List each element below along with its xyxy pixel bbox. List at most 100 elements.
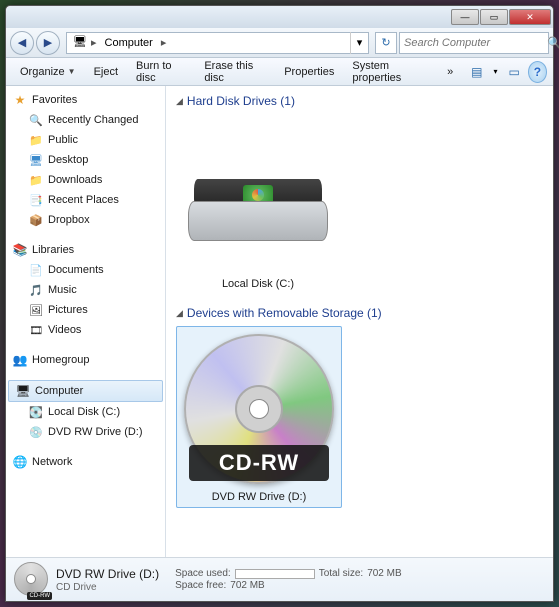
space-used-label: Space used:	[175, 568, 231, 579]
pictures-icon: 🖼	[28, 302, 44, 318]
sidebar-item-recently-changed[interactable]: 🔍Recently Changed	[6, 110, 165, 130]
sidebar-item-label: Downloads	[48, 174, 102, 186]
recent-icon: 📑	[28, 192, 44, 208]
status-meta: Space used: Total size: 702 MB Space fre…	[175, 568, 402, 591]
sidebar-item-desktop[interactable]: 🖥Desktop	[6, 150, 165, 170]
sidebar-group-libraries: 📚 Libraries 📄Documents 🎵Music 🖼Pictures …	[6, 240, 165, 340]
status-mini-badge: CD-RW	[27, 592, 52, 600]
drive-label: Local Disk (C:)	[222, 276, 294, 292]
body: ★ Favorites 🔍Recently Changed 📁Public 🖥D…	[6, 86, 553, 557]
eject-button[interactable]: Eject	[86, 63, 126, 81]
sidebar-head-network[interactable]: 🌐 Network	[6, 452, 165, 472]
libraries-icon: 📚	[12, 242, 28, 258]
burn-button[interactable]: Burn to disc	[128, 57, 194, 87]
total-size-value: 702 MB	[367, 568, 401, 579]
hdd-icon	[178, 116, 338, 276]
sidebar-item-label: Public	[48, 134, 78, 146]
system-properties-button[interactable]: System properties	[344, 57, 437, 87]
videos-icon: 🎞	[28, 322, 44, 338]
sidebar-item-downloads[interactable]: 📁 Downloads	[6, 170, 165, 190]
removable-container: CD-RW DVD RW Drive (D:)	[176, 322, 543, 518]
breadcrumb-arrow[interactable]: ▸	[87, 36, 101, 49]
drive-dvd-rw-d[interactable]: CD-RW DVD RW Drive (D:)	[176, 326, 342, 508]
overflow-button[interactable]: »	[439, 63, 461, 81]
total-size-label: Total size:	[319, 568, 363, 579]
collapse-triangle-icon: ◢	[176, 308, 183, 319]
sidebar-head-homegroup[interactable]: 👥 Homegroup	[6, 350, 165, 370]
sidebar-item-label: Local Disk (C:)	[48, 406, 120, 418]
view-mode-button[interactable]: ▤	[467, 61, 486, 83]
forward-button[interactable]: ▶	[36, 31, 60, 55]
back-button[interactable]: ◀	[10, 31, 34, 55]
sidebar-item-recent-places[interactable]: 📑 Recent Places	[6, 190, 165, 210]
section-removable-storage[interactable]: ◢ Devices with Removable Storage (1)	[176, 304, 543, 322]
breadcrumb-arrow[interactable]: ▸	[157, 36, 171, 49]
breadcrumb-location[interactable]: Computer	[101, 37, 157, 49]
sidebar-item-label: Desktop	[48, 154, 88, 166]
sidebar-head-libraries[interactable]: 📚 Libraries	[6, 240, 165, 260]
network-icon: 🌐	[12, 454, 28, 470]
computer-icon: 🖥	[15, 383, 31, 399]
sidebar-item-label: Videos	[48, 324, 81, 336]
help-button[interactable]: ?	[528, 61, 547, 83]
sidebar-label: Favorites	[32, 94, 77, 106]
preview-pane-button[interactable]: ▭	[505, 61, 524, 83]
sidebar-item-pictures[interactable]: 🖼 Pictures	[6, 300, 165, 320]
sidebar-item-local-disk[interactable]: 💽 Local Disk (C:)	[6, 402, 165, 422]
maximize-button[interactable]: ▭	[480, 9, 508, 25]
chevron-down-icon: ▼	[68, 67, 76, 76]
address-dropdown-button[interactable]: ▾	[350, 32, 368, 54]
sidebar-item-label: Pictures	[48, 304, 88, 316]
sidebar-head-computer[interactable]: 🖥 Computer	[8, 380, 163, 402]
homegroup-icon: 👥	[12, 352, 28, 368]
titlebar: — ▭ ✕	[6, 6, 553, 28]
sidebar-item-dropbox[interactable]: 📦Dropbox	[6, 210, 165, 230]
drive-label: DVD RW Drive (D:)	[212, 489, 307, 505]
view-mode-dropdown[interactable]: ▾	[490, 61, 500, 83]
folder-icon: 📁	[28, 132, 44, 148]
search-icon[interactable]: 🔍	[547, 36, 559, 50]
sidebar-label: Libraries	[32, 244, 74, 256]
sidebar-label: Network	[32, 456, 72, 468]
properties-button[interactable]: Properties	[276, 63, 342, 81]
sidebar-head-favorites[interactable]: ★ Favorites	[6, 90, 165, 110]
sidebar-item-dvd-drive[interactable]: 💿 DVD RW Drive (D:)	[6, 422, 165, 442]
sidebar-item-videos[interactable]: 🎞 Videos	[6, 320, 165, 340]
status-title: DVD RW Drive (D:)	[56, 567, 159, 581]
dropbox-icon: 📦	[28, 212, 44, 228]
sidebar-item-label: Music	[48, 284, 77, 296]
collapse-triangle-icon: ◢	[176, 96, 183, 107]
minimize-button[interactable]: —	[451, 9, 479, 25]
sidebar-item-documents[interactable]: 📄Documents	[6, 260, 165, 280]
sidebar-label: Homegroup	[32, 354, 89, 366]
folder-icon: 📁	[28, 172, 44, 188]
search-box[interactable]: 🔍	[399, 32, 549, 54]
star-icon: ★	[12, 92, 28, 108]
sidebar-item-label: DVD RW Drive (D:)	[48, 426, 143, 438]
sidebar-label: Computer	[35, 385, 83, 397]
space-used-bar	[235, 569, 315, 579]
computer-icon: 🖥	[69, 35, 85, 51]
sidebar-group-favorites: ★ Favorites 🔍Recently Changed 📁 Public 🖥D…	[6, 90, 165, 230]
erase-button[interactable]: Erase this disc	[196, 57, 274, 87]
status-text: DVD RW Drive (D:) CD Drive	[56, 567, 159, 593]
space-free-value: 702 MB	[230, 580, 264, 591]
document-icon: 📄	[28, 262, 44, 278]
section-label: Devices with Removable Storage (1)	[187, 306, 382, 320]
refresh-button[interactable]: ↻	[375, 32, 397, 54]
drive-local-disk-c[interactable]: Local Disk (C:)	[176, 114, 340, 294]
section-hard-disk-drives[interactable]: ◢ Hard Disk Drives (1)	[176, 92, 543, 110]
breadcrumb[interactable]: 🖥 ▸ Computer ▸ ▾	[66, 32, 369, 54]
disc-icon: 💿	[28, 424, 44, 440]
sidebar-group-network: 🌐 Network	[6, 452, 165, 472]
close-button[interactable]: ✕	[509, 9, 551, 25]
search-input[interactable]	[404, 37, 547, 49]
toolbar: Organize▼ Eject Burn to disc Erase this …	[6, 58, 553, 86]
organize-button[interactable]: Organize▼	[12, 63, 84, 81]
sidebar-item-public[interactable]: 📁 Public	[6, 130, 165, 150]
content-pane: ◢ Hard Disk Drives (1) Local Disk (C:)	[166, 86, 553, 557]
disk-icon: 💽	[28, 404, 44, 420]
sidebar-item-label: Recent Places	[48, 194, 119, 206]
status-subtitle: CD Drive	[56, 582, 159, 593]
sidebar-item-music[interactable]: 🎵Music	[6, 280, 165, 300]
